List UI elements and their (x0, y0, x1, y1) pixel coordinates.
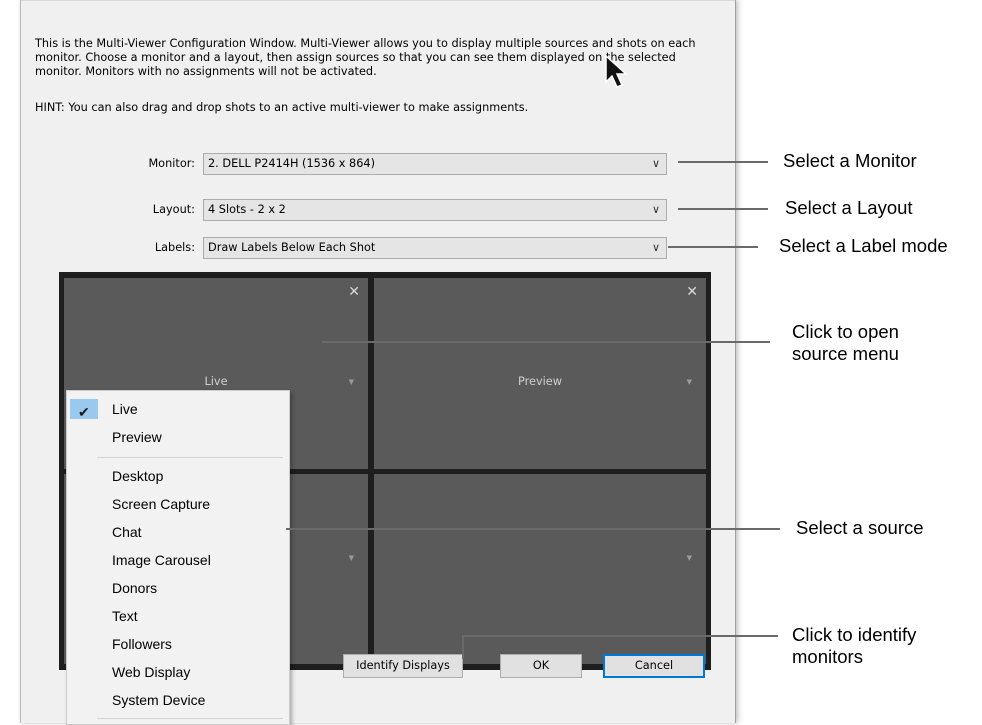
menu-item-desktop[interactable]: Desktop (67, 463, 287, 489)
slot-2-label: Preview (518, 375, 562, 388)
checkmark-icon: ✔ (78, 404, 90, 420)
menu-item-label: Chat (112, 524, 142, 540)
menu-item-web-display[interactable]: Web Display (67, 659, 287, 685)
menu-item-label: System Device (112, 692, 206, 708)
check-highlight: ✔ (70, 399, 98, 420)
callout-select-source: Select a source (796, 517, 924, 538)
slot-1-label: Live (204, 375, 228, 388)
callout-identify-line1: Click to identify (792, 624, 917, 645)
callout-select-label-mode: Select a Label mode (779, 235, 948, 256)
menu-item-system-device[interactable]: System Device (67, 687, 287, 713)
menu-item-image-carousel[interactable]: Image Carousel (67, 547, 287, 573)
menu-item-label: Screen Capture (112, 496, 211, 512)
menu-item-screen-capture[interactable]: Screen Capture (67, 491, 287, 517)
menu-item-label: Donors (112, 580, 158, 596)
callout-open-source-menu-line1: Click to open (792, 321, 899, 342)
menu-separator (97, 457, 283, 458)
menu-item-label: Image Carousel (112, 552, 211, 568)
callout-line-layout (678, 208, 768, 210)
callout-line-monitor (678, 161, 768, 163)
layout-label: Layout: (152, 203, 195, 216)
menu-item-donors[interactable]: Donors (67, 575, 287, 601)
menu-item-label: Web Display (112, 664, 191, 680)
menu-item-label: Live (112, 401, 138, 417)
menu-item-preview[interactable]: Preview (67, 424, 287, 450)
hint-text: HINT: You can also drag and drop shots t… (35, 101, 529, 114)
identify-displays-button[interactable]: Identify Displays (343, 654, 463, 678)
close-icon[interactable]: ✕ (686, 284, 698, 300)
chevron-down-icon[interactable]: ∨ (652, 154, 660, 174)
menu-item-text[interactable]: Text (67, 603, 287, 629)
slot-2[interactable]: ✕ Preview ▼ (374, 278, 706, 469)
monitor-label: Monitor: (148, 157, 195, 170)
menu-separator (97, 718, 283, 719)
close-icon[interactable]: ✕ (348, 284, 360, 300)
callout-select-layout: Select a Layout (785, 197, 913, 218)
menu-item-label: Followers (112, 636, 172, 652)
callout-select-monitor: Select a Monitor (783, 150, 917, 171)
callout-line-identify-vertical (462, 635, 464, 659)
layout-select[interactable]: 4 Slots - 2 x 2 ∨ (203, 199, 667, 221)
labels-label: Labels: (154, 241, 195, 254)
callout-open-source-menu-line2: source menu (792, 343, 899, 364)
menu-item-label: Preview (112, 429, 162, 445)
layout-select-value: 4 Slots - 2 x 2 (208, 203, 286, 216)
callout-line-labels (668, 246, 758, 248)
ok-button[interactable]: OK (500, 654, 582, 678)
callout-line-identify (462, 635, 778, 637)
chevron-down-icon[interactable]: ∨ (652, 238, 660, 258)
source-menu: ✔ Live Preview Desktop Screen Capture Ch… (66, 390, 290, 725)
chevron-down-icon[interactable]: ▼ (349, 378, 354, 386)
menu-item-live[interactable]: ✔ Live (67, 396, 287, 422)
monitor-select-value: 2. DELL P2414H (1536 x 864) (208, 157, 376, 170)
dialog-top-border (21, 0, 735, 1)
callout-line-source (286, 528, 780, 530)
chevron-down-icon[interactable]: ∨ (652, 200, 660, 220)
chevron-down-icon[interactable]: ▼ (349, 554, 354, 562)
monitor-select[interactable]: 2. DELL P2414H (1536 x 864) ∨ (203, 153, 667, 175)
callout-identify-line2: monitors (792, 646, 863, 667)
labels-select-value: Draw Labels Below Each Shot (208, 241, 376, 254)
callout-line-source-menu (322, 341, 770, 343)
chevron-down-icon[interactable]: ▼ (687, 378, 692, 386)
menu-item-label: Text (112, 608, 138, 624)
chevron-down-icon[interactable]: ▼ (687, 554, 692, 562)
menu-item-label: Desktop (112, 468, 164, 484)
cancel-button[interactable]: Cancel (603, 654, 705, 678)
labels-select[interactable]: Draw Labels Below Each Shot ∨ (203, 237, 667, 259)
menu-item-followers[interactable]: Followers (67, 631, 287, 657)
menu-item-chat[interactable]: Chat (67, 519, 287, 545)
mouse-pointer-icon (604, 54, 632, 94)
